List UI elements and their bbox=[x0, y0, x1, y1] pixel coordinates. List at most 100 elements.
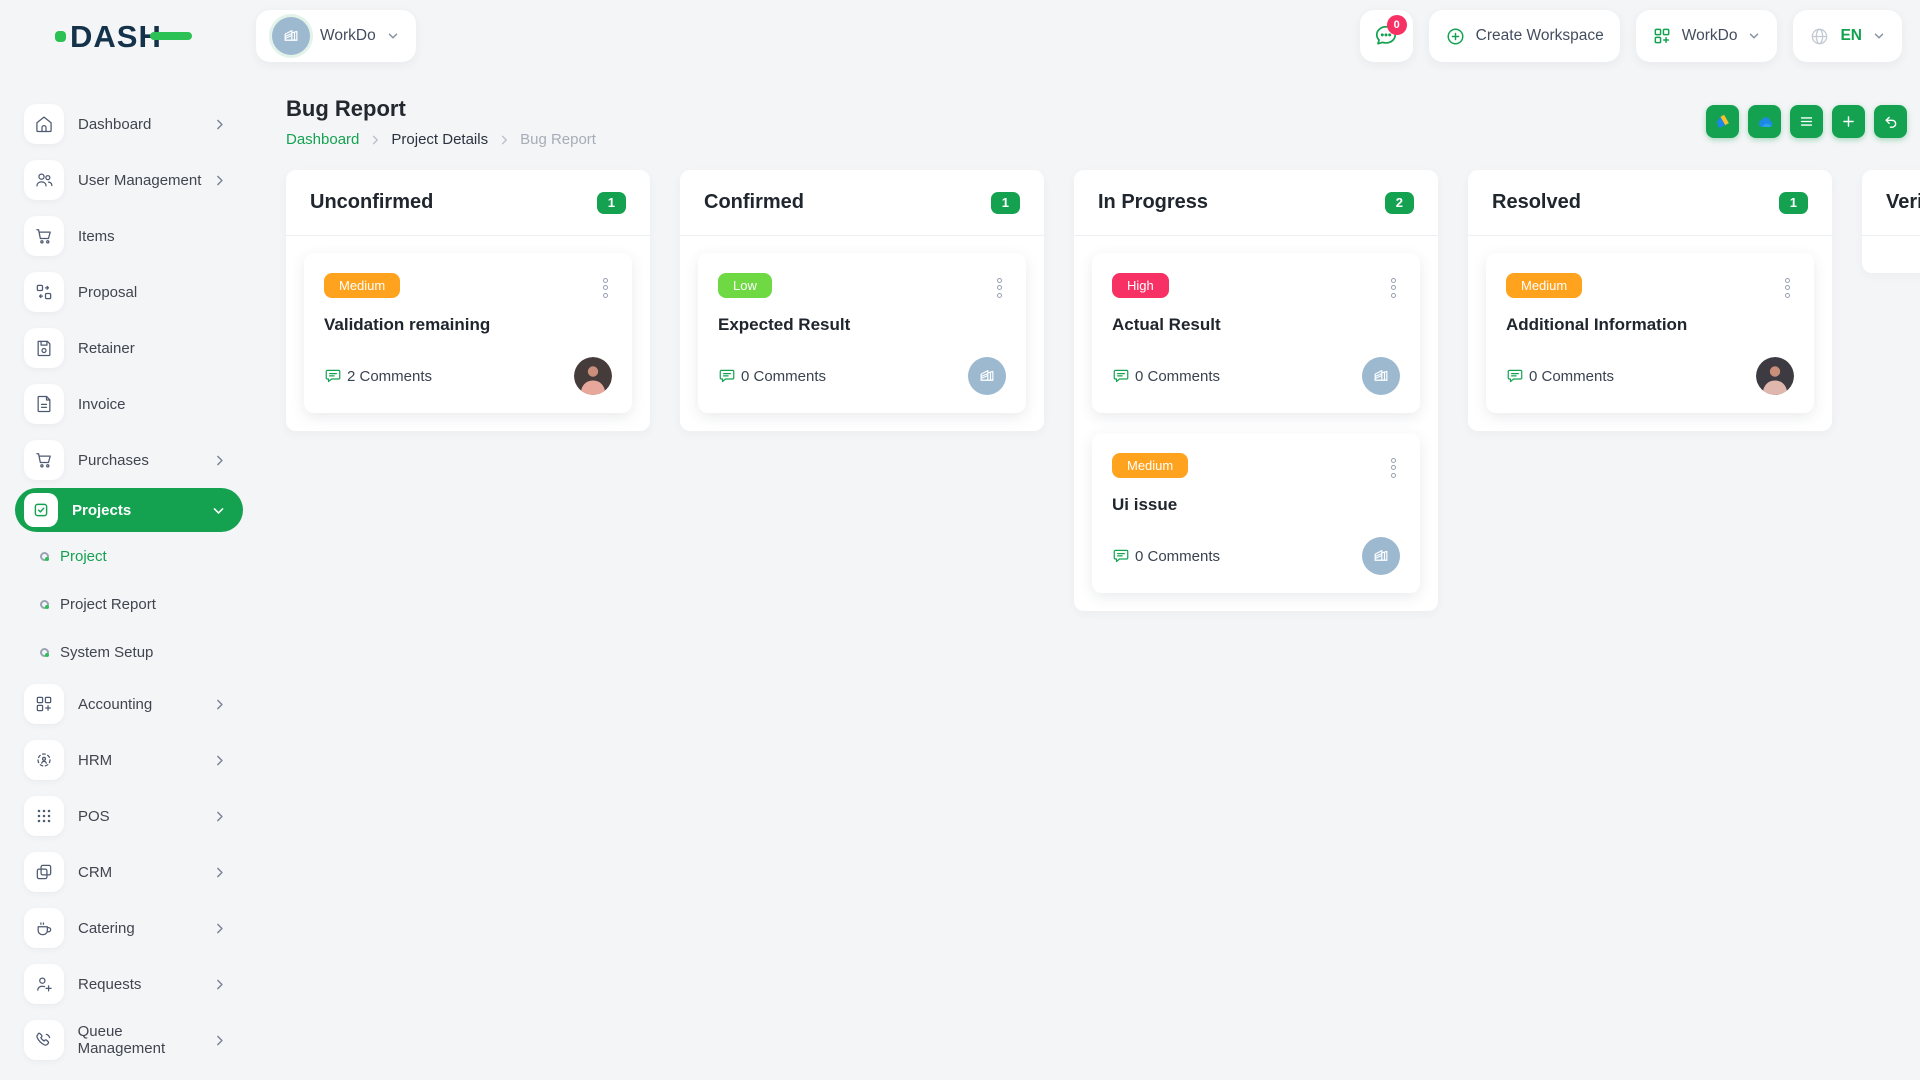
breadcrumb: Dashboard Project Details Bug Report bbox=[286, 131, 596, 148]
kanban-column-confirmed: Confirmed 1 Low Expected Result 0 Commen… bbox=[680, 170, 1044, 431]
workspace-selector[interactable]: WorkDo bbox=[256, 10, 416, 62]
card-menu-button[interactable] bbox=[1387, 273, 1400, 302]
kanban-card[interactable]: Medium Ui issue 0 Comments bbox=[1092, 433, 1420, 593]
comment-icon bbox=[324, 367, 342, 385]
dot-icon bbox=[40, 648, 49, 657]
breadcrumb-project-details[interactable]: Project Details bbox=[391, 131, 488, 148]
column-title: Resolved bbox=[1492, 191, 1581, 214]
logo-dot-icon bbox=[55, 31, 66, 42]
undo-button[interactable] bbox=[1874, 105, 1907, 138]
chevron-right-icon bbox=[369, 134, 381, 146]
column-count-badge: 1 bbox=[1779, 192, 1808, 214]
column-count-badge: 1 bbox=[597, 192, 626, 214]
user-photo-icon bbox=[1756, 357, 1794, 395]
chevron-right-icon bbox=[213, 922, 226, 935]
kanban-column-unconfirmed: Unconfirmed 1 Medium Validation remainin… bbox=[286, 170, 650, 431]
plus-icon bbox=[1840, 113, 1857, 130]
checkbox-icon bbox=[24, 493, 58, 527]
app-menu-button[interactable]: WorkDo bbox=[1636, 10, 1778, 62]
card-title: Actual Result bbox=[1112, 315, 1400, 335]
sidebar-item-accounting[interactable]: Accounting bbox=[0, 676, 256, 732]
messages-count-badge: 0 bbox=[1387, 15, 1407, 35]
cloud-storage-button[interactable] bbox=[1748, 105, 1781, 138]
add-stage-button[interactable] bbox=[1832, 105, 1865, 138]
column-title: Unconfirmed bbox=[310, 191, 433, 214]
kanban-card[interactable]: Medium Validation remaining 2 Comments bbox=[304, 253, 632, 413]
globe-icon bbox=[1809, 26, 1830, 47]
priority-badge: Medium bbox=[324, 273, 400, 298]
sidebar-item-invoice[interactable]: Invoice bbox=[0, 376, 256, 432]
assignee-avatar bbox=[574, 357, 612, 395]
chevron-right-icon bbox=[213, 174, 226, 187]
sidebar-item-purchases[interactable]: Purchases bbox=[0, 432, 256, 488]
kanban-card[interactable]: Low Expected Result 0 Comments bbox=[698, 253, 1026, 413]
chevron-right-icon bbox=[213, 866, 226, 879]
workspace-avatar bbox=[1362, 357, 1400, 395]
sidebar-subitem-project[interactable]: Project bbox=[0, 532, 256, 580]
workspace-avatar bbox=[272, 17, 310, 55]
comment-icon bbox=[718, 367, 736, 385]
sidebar-item-items[interactable]: Items bbox=[0, 208, 256, 264]
logo-bar-icon bbox=[150, 32, 192, 40]
comment-icon bbox=[1112, 367, 1130, 385]
card-menu-button[interactable] bbox=[1387, 453, 1400, 482]
sidebar-subitem-system-setup[interactable]: System Setup bbox=[0, 628, 256, 676]
priority-badge: Medium bbox=[1506, 273, 1582, 298]
card-title: Additional Information bbox=[1506, 315, 1794, 335]
undo-icon bbox=[1882, 113, 1900, 131]
coffee-icon bbox=[24, 908, 64, 948]
language-selector[interactable]: EN bbox=[1793, 10, 1902, 62]
user-photo-icon bbox=[574, 357, 612, 395]
chevron-right-icon bbox=[213, 1034, 226, 1047]
sidebar-item-retainer[interactable]: Retainer bbox=[0, 320, 256, 376]
home-icon bbox=[24, 104, 64, 144]
sidebar-item-proposal[interactable]: Proposal bbox=[0, 264, 256, 320]
dots-grid-icon bbox=[24, 796, 64, 836]
card-comments: 0 Comments bbox=[1506, 367, 1614, 385]
sidebar-item-catering[interactable]: Catering bbox=[0, 900, 256, 956]
column-title: In Progress bbox=[1098, 191, 1208, 214]
create-workspace-button[interactable]: Create Workspace bbox=[1429, 10, 1620, 62]
cloud-icon bbox=[1755, 112, 1775, 132]
logo-text: DASH bbox=[70, 21, 162, 52]
card-menu-button[interactable] bbox=[599, 273, 612, 302]
floppy-icon bbox=[24, 328, 64, 368]
sidebar-item-user-management[interactable]: User Management bbox=[0, 152, 256, 208]
building-icon bbox=[1371, 546, 1391, 566]
chevron-right-icon bbox=[213, 118, 226, 131]
chevron-right-icon bbox=[213, 698, 226, 711]
card-title: Validation remaining bbox=[324, 315, 612, 335]
app-logo[interactable]: DASH bbox=[55, 21, 192, 52]
sidebar-item-queue-management[interactable]: Queue Management bbox=[0, 1012, 256, 1068]
sidebar-item-dashboard[interactable]: Dashboard bbox=[0, 96, 256, 152]
card-comments: 0 Comments bbox=[1112, 547, 1220, 565]
sidebar-item-projects[interactable]: Projects bbox=[15, 488, 243, 532]
create-workspace-label: Create Workspace bbox=[1476, 27, 1604, 45]
list-view-button[interactable] bbox=[1790, 105, 1823, 138]
sidebar-subitem-project-report[interactable]: Project Report bbox=[0, 580, 256, 628]
building-icon bbox=[1371, 366, 1391, 386]
priority-badge: Low bbox=[718, 273, 772, 298]
chevron-right-icon bbox=[213, 454, 226, 467]
card-title: Expected Result bbox=[718, 315, 1006, 335]
sidebar-item-requests[interactable]: Requests bbox=[0, 956, 256, 1012]
kanban-card[interactable]: Medium Additional Information 0 Comments bbox=[1486, 253, 1814, 413]
chevron-right-icon bbox=[498, 134, 510, 146]
workspace-avatar bbox=[968, 357, 1006, 395]
google-drive-button[interactable] bbox=[1706, 105, 1739, 138]
sidebar-item-hrm[interactable]: HRM bbox=[0, 732, 256, 788]
users-icon bbox=[24, 160, 64, 200]
column-title: Verified bbox=[1886, 191, 1920, 214]
sidebar-item-pos[interactable]: POS bbox=[0, 788, 256, 844]
card-menu-button[interactable] bbox=[993, 273, 1006, 302]
building-icon bbox=[281, 26, 301, 46]
column-count-badge: 2 bbox=[1385, 192, 1414, 214]
breadcrumb-dashboard[interactable]: Dashboard bbox=[286, 131, 359, 148]
card-title: Ui issue bbox=[1112, 495, 1400, 515]
messages-button[interactable]: 0 bbox=[1360, 10, 1413, 62]
sidebar-item-crm[interactable]: CRM bbox=[0, 844, 256, 900]
card-menu-button[interactable] bbox=[1781, 273, 1794, 302]
building-icon bbox=[977, 366, 997, 386]
kanban-board: Unconfirmed 1 Medium Validation remainin… bbox=[286, 170, 1920, 611]
kanban-card[interactable]: High Actual Result 0 Comments bbox=[1092, 253, 1420, 413]
